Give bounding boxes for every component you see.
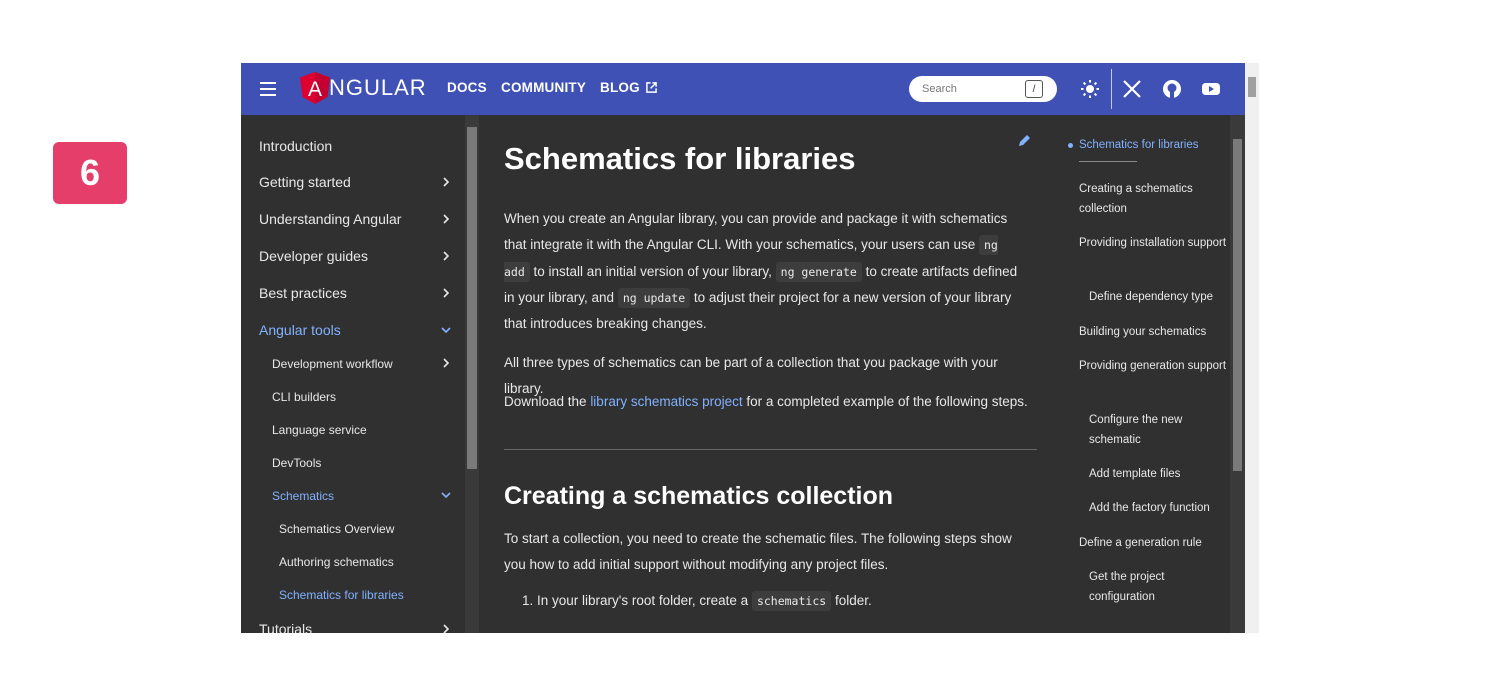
toc-underline (1079, 161, 1137, 162)
sidebar-item-schematics-overview[interactable]: Schematics Overview (279, 522, 394, 536)
browser-window: A NGULAR DOCS COMMUNITY BLOG Search / In… (241, 63, 1259, 633)
step-number-badge: 6 (53, 142, 127, 204)
download-paragraph: Download the library schematics project … (504, 394, 1028, 409)
angular-logo[interactable]: A NGULAR (299, 70, 427, 106)
toc-active-dot (1068, 143, 1073, 148)
sidebar-item-schematics-for-libraries[interactable]: Schematics for libraries (279, 588, 404, 602)
sidebar-item-developer-guides[interactable]: Developer guides (259, 248, 368, 264)
theme-toggle-sun-icon[interactable] (1079, 78, 1101, 100)
chevron-right-icon[interactable] (441, 288, 451, 298)
toc-item-creating-collection[interactable]: Creating a schematics collection (1079, 179, 1229, 219)
sidebar-item-angular-tools[interactable]: Angular tools (259, 322, 341, 338)
code-ng-update: ng update (617, 287, 691, 308)
section-paragraph: To start a collection, you need to creat… (504, 531, 1012, 573)
toc-item-generation-support[interactable]: Providing generation support (1079, 356, 1229, 376)
toc-item-schematics-for-libraries[interactable]: Schematics for libraries (1079, 135, 1229, 155)
table-of-contents: Schematics for libraries Creating a sche… (1059, 115, 1245, 633)
sidebar-item-language-service[interactable]: Language service (272, 423, 367, 437)
sidebar-item-introduction[interactable]: Introduction (259, 138, 332, 154)
sidebar-item-schematics[interactable]: Schematics (272, 489, 334, 503)
window-scrollbar[interactable] (1245, 63, 1259, 633)
sidebar-item-devtools[interactable]: DevTools (272, 456, 321, 470)
angular-shield-icon: A (300, 72, 330, 104)
nav-community-link[interactable]: COMMUNITY (501, 80, 586, 95)
sidebar-item-authoring-schematics[interactable]: Authoring schematics (279, 555, 394, 569)
intro-paragraph: When you create an Angular library, you … (504, 211, 1018, 332)
sidebar-item-tutorials[interactable]: Tutorials (259, 621, 312, 633)
search-shortcut-key: / (1025, 80, 1043, 98)
chevron-right-icon[interactable] (441, 214, 451, 224)
sidebar-nav: Introduction Getting started Understandi… (241, 115, 479, 633)
chevron-down-icon[interactable] (441, 325, 451, 335)
external-link-icon (645, 82, 657, 93)
toc-scrollbar[interactable] (1230, 115, 1245, 633)
sidebar-item-best-practices[interactable]: Best practices (259, 285, 347, 301)
toc-item-configure-schematic[interactable]: Configure the new schematic (1089, 410, 1229, 450)
sidebar-item-getting-started[interactable]: Getting started (259, 174, 351, 190)
toc-item-installation-support[interactable]: Providing installation support (1079, 233, 1229, 253)
toc-item-project-configuration[interactable]: Get the project configuration (1089, 567, 1229, 607)
step-list-item: 1. In your library's root folder, create… (522, 591, 872, 611)
chevron-down-icon[interactable] (441, 490, 451, 500)
sidebar-item-cli-builders[interactable]: CLI builders (272, 390, 336, 404)
main-content: Schematics for libraries When you create… (479, 115, 1059, 633)
top-navigation-bar: A NGULAR DOCS COMMUNITY BLOG Search / (241, 63, 1245, 115)
edit-pencil-icon[interactable] (1018, 133, 1032, 147)
toc-item-dependency-type[interactable]: Define dependency type (1089, 287, 1229, 307)
toc-item-template-files[interactable]: Add template files (1089, 464, 1229, 484)
github-icon[interactable] (1161, 78, 1183, 100)
sidebar-item-understanding-angular[interactable]: Understanding Angular (259, 211, 401, 227)
section-heading: Creating a schematics collection (504, 482, 894, 510)
svg-text:A: A (308, 78, 322, 101)
nav-docs-link[interactable]: DOCS (447, 80, 487, 95)
toc-item-generation-rule[interactable]: Define a generation rule (1079, 533, 1229, 553)
chevron-right-icon[interactable] (441, 358, 451, 368)
search-input[interactable]: Search / (909, 76, 1057, 102)
youtube-icon[interactable] (1200, 78, 1222, 100)
toc-item-factory-function[interactable]: Add the factory function (1089, 498, 1229, 518)
code-ng-generate: ng generate (775, 261, 862, 282)
sidebar-item-development-workflow[interactable]: Development workflow (272, 357, 393, 371)
hamburger-menu-icon[interactable] (260, 82, 276, 96)
chevron-right-icon[interactable] (441, 177, 451, 187)
section-divider (504, 449, 1037, 450)
code-schematics: schematics (751, 591, 832, 611)
chevron-right-icon[interactable] (441, 251, 451, 261)
page-title: Schematics for libraries (504, 141, 856, 176)
toc-item-building-schematics[interactable]: Building your schematics (1079, 322, 1229, 342)
nav-blog-link[interactable]: BLOG (600, 80, 657, 95)
logo-text: NGULAR (329, 75, 427, 100)
header-divider (1111, 69, 1112, 109)
sidebar-scrollbar[interactable] (465, 115, 479, 633)
library-schematics-project-link[interactable]: library schematics project (590, 394, 742, 409)
x-twitter-icon[interactable] (1121, 78, 1143, 100)
chevron-right-icon[interactable] (441, 624, 451, 633)
